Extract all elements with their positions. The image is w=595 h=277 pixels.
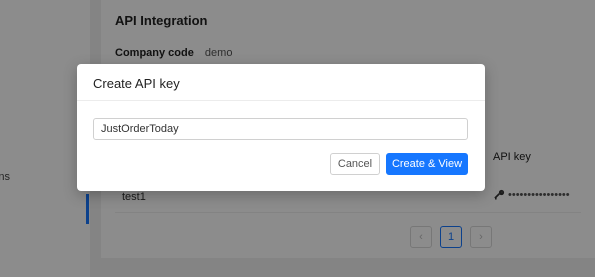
modal-body: Cancel Create & View [77,101,485,191]
cancel-button[interactable]: Cancel [330,153,380,175]
page: ns API Integration Company code demo API… [0,0,595,277]
create-api-key-modal: Create API key Cancel Create & View [77,64,485,191]
modal-header: Create API key [77,64,485,101]
create-and-view-button[interactable]: Create & View [386,153,468,175]
modal-title: Create API key [93,76,180,91]
api-key-name-input[interactable] [93,118,468,140]
